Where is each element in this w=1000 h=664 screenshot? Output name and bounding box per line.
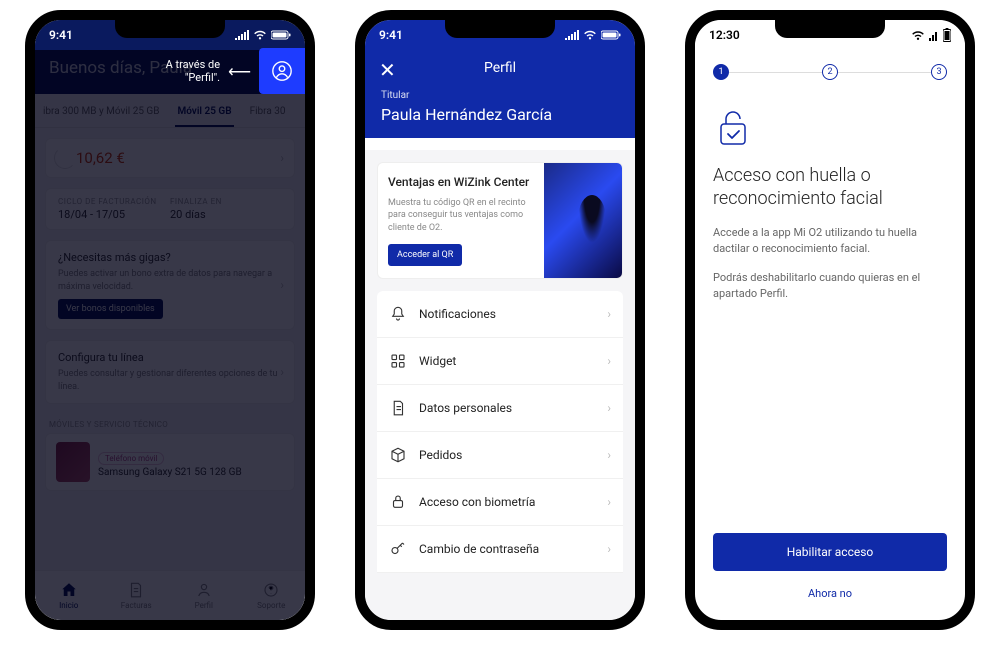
promo-card[interactable]: Ventajas en WiZink Center Muestra tu cód… bbox=[377, 162, 623, 279]
arrow-left-icon: ⟵ bbox=[228, 62, 251, 81]
not-now-link[interactable]: Ahora no bbox=[713, 581, 947, 606]
key-icon bbox=[389, 540, 407, 558]
lock-icon bbox=[389, 493, 407, 511]
menu-widget[interactable]: Widget › bbox=[377, 338, 623, 385]
chevron-right-icon: › bbox=[607, 401, 611, 415]
wifi-icon bbox=[911, 29, 925, 41]
bell-icon bbox=[389, 305, 407, 323]
menu-biometria[interactable]: Acceso con biometría › bbox=[377, 479, 623, 526]
menu-label: Notificaciones bbox=[419, 307, 595, 321]
promo-image bbox=[544, 163, 622, 278]
menu-label: Cambio de contraseña bbox=[419, 542, 595, 556]
promo-button[interactable]: Acceder al QR bbox=[388, 244, 462, 266]
biometry-text-1: Accede a la app Mi O2 utilizando tu huel… bbox=[713, 225, 947, 258]
status-time: 12:30 bbox=[709, 28, 740, 42]
profile-menu: Notificaciones › Widget › Datos personal… bbox=[377, 291, 623, 573]
profile-callout: A través de "Perfil". ⟵ bbox=[166, 48, 305, 94]
battery-icon bbox=[601, 30, 621, 40]
menu-datos-personales[interactable]: Datos personales › bbox=[377, 385, 623, 432]
close-button[interactable]: ✕ bbox=[379, 58, 396, 82]
battery-icon bbox=[943, 28, 951, 42]
menu-cambio-contrasena[interactable]: Cambio de contraseña › bbox=[377, 526, 623, 573]
page-title: Perfil bbox=[381, 50, 619, 90]
status-icons bbox=[235, 30, 291, 40]
promo-desc: Muestra tu código QR en el recinto para … bbox=[388, 197, 534, 235]
status-time: 9:41 bbox=[49, 28, 73, 42]
status-time: 9:41 bbox=[379, 28, 403, 42]
signal-icon bbox=[235, 30, 249, 40]
chevron-right-icon: › bbox=[607, 354, 611, 368]
status-icons bbox=[911, 28, 951, 42]
biometry-heading: Acceso con huella o reconocimiento facia… bbox=[713, 164, 947, 211]
profile-button[interactable] bbox=[259, 48, 305, 94]
callout-text-1: A través de bbox=[166, 58, 220, 71]
enable-access-button[interactable]: Habilitar acceso bbox=[713, 533, 947, 571]
promo-title: Ventajas en WiZink Center bbox=[388, 175, 534, 191]
box-icon bbox=[389, 446, 407, 464]
callout-text-2: "Perfil". bbox=[166, 71, 220, 84]
phone-biometry-onboard: 12:30 1 2 3 Acceso con huella o reconoci… bbox=[685, 10, 975, 630]
phone-home-dimmed: 9:41 Buenos días, Paula ibra 300 MB y Mó… bbox=[25, 10, 315, 630]
lock-check-icon bbox=[713, 108, 753, 148]
menu-pedidos[interactable]: Pedidos › bbox=[377, 432, 623, 479]
grid-icon bbox=[389, 352, 407, 370]
signal-icon bbox=[929, 29, 939, 41]
menu-notificaciones[interactable]: Notificaciones › bbox=[377, 291, 623, 338]
step-3: 3 bbox=[931, 64, 947, 80]
menu-label: Datos personales bbox=[419, 401, 595, 415]
step-2: 2 bbox=[822, 64, 838, 80]
chevron-right-icon: › bbox=[607, 542, 611, 556]
wifi-icon bbox=[253, 30, 267, 40]
wifi-icon bbox=[583, 30, 597, 40]
menu-label: Pedidos bbox=[419, 448, 595, 462]
signal-icon bbox=[565, 30, 579, 40]
menu-label: Acceso con biometría bbox=[419, 495, 595, 509]
profile-header: ✕ Perfil Titular Paula Hernández García bbox=[365, 50, 635, 138]
dim-overlay bbox=[35, 20, 305, 620]
document-icon bbox=[389, 399, 407, 417]
holder-name: Paula Hernández García bbox=[381, 105, 619, 124]
chevron-right-icon: › bbox=[607, 448, 611, 462]
biometry-text-2: Podrás deshabilitarlo cuando quieras en … bbox=[713, 270, 947, 303]
profile-icon bbox=[271, 60, 293, 82]
phone-profile: 9:41 ✕ Perfil Titular Paula Hernández Ga… bbox=[355, 10, 645, 630]
step-1: 1 bbox=[713, 64, 729, 80]
menu-label: Widget bbox=[419, 354, 595, 368]
chevron-right-icon: › bbox=[607, 307, 611, 321]
battery-icon bbox=[271, 30, 291, 40]
chevron-right-icon: › bbox=[607, 495, 611, 509]
holder-label: Titular bbox=[381, 90, 619, 101]
step-indicator: 1 2 3 bbox=[713, 64, 947, 80]
status-icons bbox=[565, 30, 621, 40]
